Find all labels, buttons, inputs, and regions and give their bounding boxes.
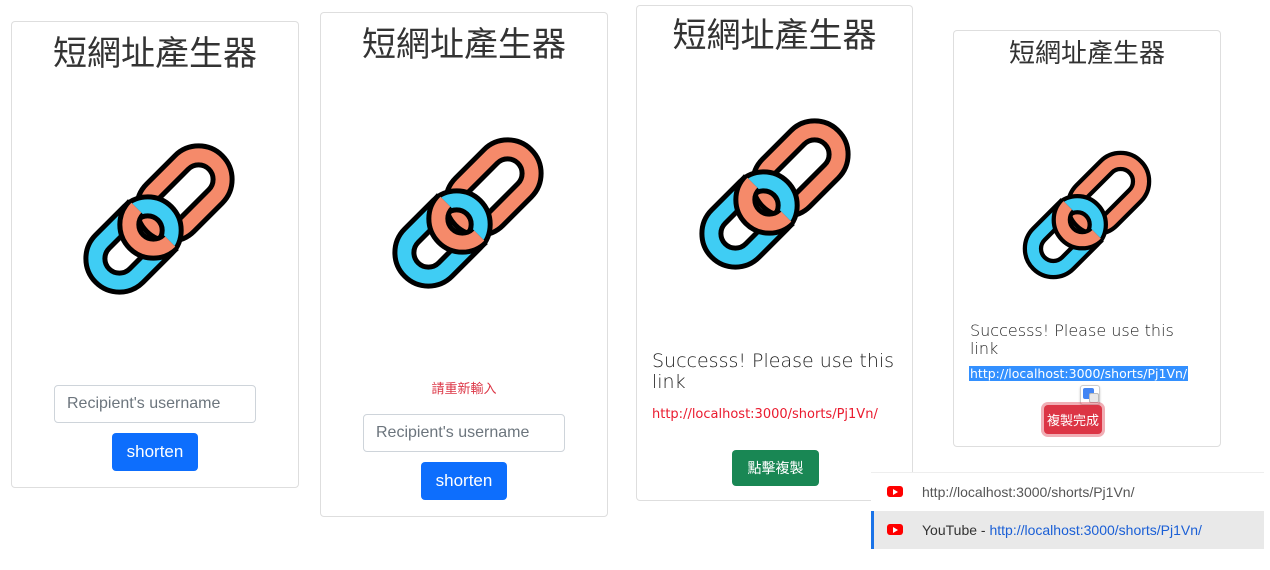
url-input[interactable] <box>54 385 256 423</box>
shorten-button[interactable]: shorten <box>421 462 507 500</box>
youtube-icon <box>887 486 903 497</box>
page-title: 短網址產生器 <box>672 16 877 56</box>
card-error: 短網址產生器 請重新輸入 shorten <box>320 12 608 517</box>
short-url-link-selected[interactable]: http://localhost:3000/shorts/Pj1Vn/ <box>969 366 1189 381</box>
suggestion-text: YouTube - http://localhost:3000/shorts/P… <box>922 522 1202 538</box>
error-message: 請重新輸入 <box>431 382 497 397</box>
chain-link-logo <box>368 113 568 313</box>
suggestion-url: http://localhost:3000/shorts/Pj1Vn/ <box>922 484 1135 500</box>
chain-link-logo <box>59 119 259 319</box>
chain-link-logo <box>1002 130 1172 300</box>
address-bar-suggestions: http://localhost:3000/shorts/Pj1Vn/ YouT… <box>871 472 1264 549</box>
youtube-icon <box>887 524 903 535</box>
suggestion-url: http://localhost:3000/shorts/Pj1Vn/ <box>989 522 1202 538</box>
google-translate-icon[interactable] <box>1080 385 1100 405</box>
chain-link-logo <box>675 94 875 294</box>
card-copied: 短網址產生器 Successs! Please use this link ht… <box>953 30 1221 447</box>
success-message: Successs! Please use this link <box>652 350 895 394</box>
card-success: 短網址產生器 Successs! Please use this link ht… <box>636 5 913 501</box>
page-title: 短網址產生器 <box>1008 39 1165 69</box>
suggestion-item[interactable]: http://localhost:3000/shorts/Pj1Vn/ <box>871 473 1264 511</box>
copied-button[interactable]: 複製完成 <box>1044 405 1102 434</box>
card-initial: 短網址產生器 shorten <box>11 21 299 488</box>
url-input[interactable] <box>363 414 565 452</box>
suggestion-prefix: YouTube - <box>922 522 990 538</box>
page-title: 短網址產生器 <box>362 25 566 65</box>
copy-button[interactable]: 點擊複製 <box>732 450 819 486</box>
shorten-button[interactable]: shorten <box>112 433 198 471</box>
page-title: 短網址產生器 <box>53 34 257 74</box>
success-message: Successs! Please use this link <box>970 321 1174 359</box>
suggestion-item-active[interactable]: YouTube - http://localhost:3000/shorts/P… <box>871 511 1264 549</box>
short-url-link[interactable]: http://localhost:3000/shorts/Pj1Vn/ <box>652 407 878 422</box>
